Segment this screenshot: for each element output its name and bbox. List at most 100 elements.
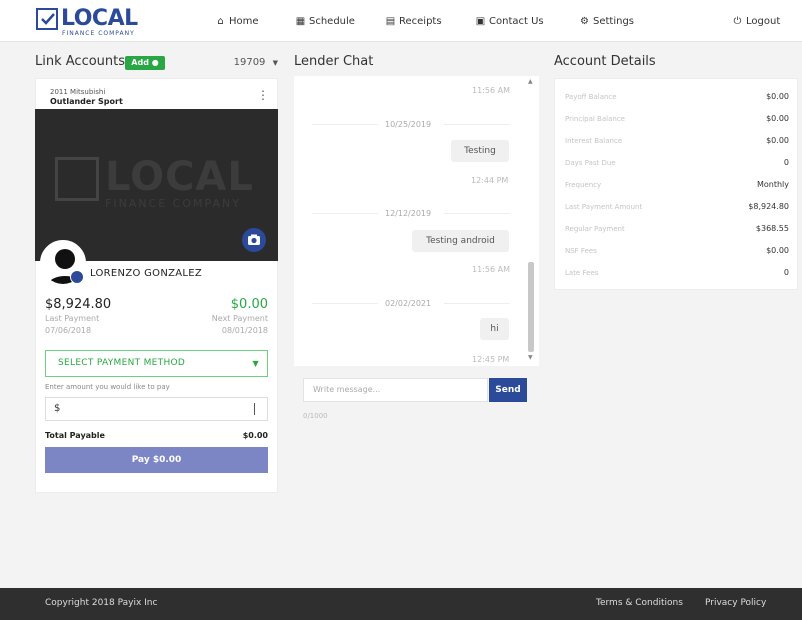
caret-down-icon: ▼: [272, 59, 278, 67]
last-payment-label: Last Payment: [45, 314, 100, 323]
privacy-link[interactable]: Privacy Policy: [705, 598, 766, 608]
photo-logo-word: LOCAL: [105, 154, 254, 200]
payment-method-placeholder: SELECT PAYMENT METHOD: [58, 358, 186, 368]
logout-label: Logout: [746, 16, 781, 27]
pay-button[interactable]: Pay $0.00: [45, 447, 268, 473]
nav-settings-label: Settings: [593, 16, 635, 27]
detail-label: Late Fees: [565, 269, 599, 277]
date-divider-line: [312, 303, 378, 304]
date-divider-line: [312, 213, 378, 214]
detail-value: $0.00: [766, 92, 789, 101]
nav-settings[interactable]: ⚙ Settings: [579, 16, 634, 28]
chat-scrollbar[interactable]: ▲ ▼: [526, 78, 536, 364]
avatar-camera-icon[interactable]: [70, 270, 84, 284]
total-payable-label: Total Payable: [45, 431, 105, 440]
date-divider-line: [444, 124, 510, 125]
chat-bubble: Testing android: [412, 230, 509, 252]
detail-value: $0.00: [766, 136, 789, 145]
chat-date-divider: 12/12/2019: [385, 209, 432, 218]
detail-label: Principal Balance: [565, 115, 625, 123]
calendar-icon: ▦: [295, 16, 306, 27]
next-payment-date: 08/01/2018: [221, 326, 268, 335]
detail-value: $0.00: [766, 114, 789, 123]
nav-receipts[interactable]: ▤ Receipts: [385, 16, 442, 28]
gear-icon: ⚙: [580, 16, 589, 27]
caret-down-icon: ▼: [252, 359, 259, 368]
chat-bubble: Testing: [451, 140, 509, 162]
nav-home[interactable]: ⌂ Home: [215, 16, 259, 28]
home-icon: ⌂: [217, 16, 224, 27]
nav-schedule-label: Schedule: [309, 16, 355, 27]
amount-field[interactable]: $: [45, 397, 268, 421]
nav-contact-us-label: Contact Us: [489, 16, 544, 27]
detail-value: 0: [783, 268, 789, 277]
chat-date-divider: 10/25/2019: [385, 120, 432, 129]
detail-label: Last Payment Amount: [565, 203, 643, 211]
scrollbar-thumb[interactable]: [528, 262, 534, 352]
amount-input[interactable]: [70, 400, 250, 418]
detail-label: NSF Fees: [565, 247, 597, 255]
chat-date-divider: 02/02/2021: [385, 299, 432, 308]
copyright-text: Copyright 2018 Payix Inc: [45, 598, 158, 608]
currency-symbol: $: [54, 403, 61, 414]
top-header: LOCAL FINANCE COMPANY ⌂ Home ▦ Schedule ▤ R…: [0, 0, 802, 42]
nav-home-label: Home: [229, 16, 259, 27]
account-details-title: Account Details: [554, 54, 656, 69]
photo-logo-box: [55, 157, 99, 201]
detail-label: Days Past Due: [565, 159, 616, 167]
footer: Copyright 2018 Payix Inc Terms & Conditi…: [0, 588, 802, 620]
chat-timestamp: 11:56 AM: [472, 265, 510, 274]
vehicle-model: Outlander Sport: [50, 97, 123, 106]
link-accounts-title: Link Accounts: [35, 54, 126, 69]
logo-subtext: FINANCE COMPANY: [62, 30, 135, 37]
plus-circle-icon: ●: [151, 58, 159, 67]
date-divider-line: [444, 213, 510, 214]
contact-card-icon: ▣: [475, 16, 486, 27]
power-icon: ⏻: [733, 16, 742, 27]
message-input[interactable]: Write message...: [303, 378, 488, 402]
chat-timestamp: 12:45 PM: [472, 355, 510, 364]
photo-embossed-logo: LOCAL FINANCE COMPANY: [55, 153, 255, 213]
detail-label: Frequency: [565, 181, 602, 189]
date-divider-line: [312, 124, 378, 125]
scroll-down-icon[interactable]: ▼: [528, 354, 533, 361]
change-photo-button[interactable]: [242, 228, 266, 252]
user-name: LORENZO GONZALEZ: [90, 268, 203, 279]
send-button[interactable]: Send: [489, 378, 527, 402]
detail-label: Interest Balance: [565, 137, 623, 145]
detail-value: 0: [783, 158, 789, 167]
account-number: 19709: [233, 57, 266, 68]
chat-timestamp: 12:44 PM: [471, 176, 509, 185]
add-account-label: Add: [131, 58, 149, 67]
chat-bubble: hi: [480, 318, 509, 340]
nav-receipts-label: Receipts: [399, 16, 442, 27]
local-finance-logo[interactable]: LOCAL FINANCE COMPANY: [36, 6, 148, 38]
logo-wordmark: LOCAL: [61, 6, 138, 31]
amount-hint: Enter amount you would like to pay: [45, 383, 170, 391]
detail-value: Monthly: [756, 180, 789, 189]
detail-label: Payoff Balance: [565, 93, 617, 101]
next-payment-label: Next Payment: [211, 314, 268, 323]
account-selector[interactable]: 19709 ▼: [222, 54, 278, 72]
nav-contact-us[interactable]: ▣ Contact Us: [475, 16, 544, 28]
terms-link[interactable]: Terms & Conditions: [596, 598, 683, 608]
add-account-button[interactable]: Add ●: [125, 56, 165, 70]
lender-chat-title: Lender Chat: [294, 54, 374, 69]
next-payment-amount: $0.00: [230, 297, 268, 312]
payment-method-select[interactable]: SELECT PAYMENT METHOD ▼: [45, 350, 268, 377]
detail-value: $368.55: [755, 224, 789, 233]
detail-label: Regular Payment: [565, 225, 625, 233]
receipt-icon: ▤: [385, 16, 396, 27]
camera-icon: [248, 234, 260, 245]
last-payment-amount: $8,924.80: [45, 297, 112, 312]
character-count: 0/1000: [303, 412, 328, 420]
vehicle-year-make: 2011 Mitsubishi: [50, 88, 106, 96]
chat-timestamp: 11:56 AM: [472, 86, 510, 95]
logout-button[interactable]: ⏻ Logout: [732, 16, 781, 28]
more-options-icon[interactable]: ⋮: [257, 88, 269, 102]
nav-schedule[interactable]: ▦ Schedule: [295, 16, 355, 28]
scroll-up-icon[interactable]: ▲: [528, 78, 533, 85]
logo-checkbox-icon: [36, 8, 58, 30]
detail-value: $0.00: [766, 246, 789, 255]
date-divider-line: [444, 303, 510, 304]
